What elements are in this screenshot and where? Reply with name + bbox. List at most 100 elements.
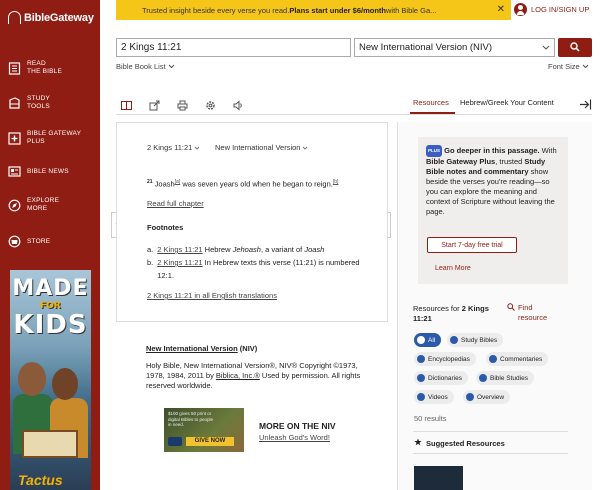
bible-book-list-link[interactable]: Bible Book List [116,62,175,71]
footnote-reference-link[interactable]: 2 Kings 11:21 [157,245,202,254]
footnotes-list: a. 2 Kings 11:21 Hebrew Jehoash, a varia… [147,243,362,282]
footnote-text: Joash [304,245,325,254]
tab-resources[interactable]: Resources [413,98,449,107]
resource-book-thumbnail[interactable] [414,466,463,490]
toolbar-divider [116,114,592,115]
ad-illustration [52,368,78,400]
find-resource-link[interactable]: Find resource [507,303,547,323]
commentary-icon [489,355,497,363]
tab-hebrew-greek-your-content[interactable]: Hebrew/Greek Your Content [460,98,554,107]
footnotes-heading: Footnotes [147,223,184,232]
chip-label: Encyclopedias [428,355,470,363]
footnote-letter: a. [147,245,154,254]
ad-illustration [18,362,46,396]
dictionary-icon [417,374,425,382]
plus-promo-card: PLUS Go deeper in this passage. With Bib… [418,137,568,284]
passage-version-dropdown[interactable]: New International Version [215,143,308,152]
close-icon[interactable]: ✕ [497,4,505,15]
audio-icon[interactable] [232,99,244,111]
all-translations-link[interactable]: 2 Kings 11:21 in all English translation… [147,291,277,300]
chevron-down-icon [302,143,308,152]
start-free-trial-button[interactable]: Start 7-day free trial [427,237,517,253]
print-icon[interactable] [176,99,188,111]
sidebar-item-label: STORE [27,237,51,245]
sidebar: BibleGateway READ THE BIBLE STUDY TOOLS … [0,0,100,490]
version-select-value: New International Version (NIV) [359,42,493,53]
promo-headline: Go deeper in this passage. [444,145,540,155]
overview-icon [466,393,474,401]
promo-segment: Bible Gateway Plus [426,157,496,166]
copyright-title: New International Version (NIV) [146,344,257,353]
sidebar-item-store[interactable]: STORE [8,235,50,248]
chevron-down-icon [542,42,550,53]
chip-label: Bible Studies [490,374,528,382]
ad-headline: KIDS [13,310,88,340]
filter-chip-encyclopedias[interactable]: Encyclopedias [414,352,476,366]
font-size-link[interactable]: Font Size [548,62,589,71]
chip-label: All [428,336,436,344]
bible-studies-icon [479,374,487,382]
sidebar-item-study-tools[interactable]: STUDY TOOLS [8,95,50,111]
share-icon[interactable] [148,99,160,111]
version-abbr: (NIV) [237,344,258,353]
filter-chip-overview[interactable]: Overview [463,390,511,404]
read-full-chapter-link[interactable]: Read full chapter [147,199,204,208]
ad-logo [168,437,182,446]
passage-search-input[interactable] [116,38,351,57]
publisher-link[interactable]: Biblica, Inc.® [216,371,260,380]
more-on-niv-heading: MORE ON THE NIV [259,421,336,431]
store-icon [8,235,21,248]
study-bible-icon [450,336,458,344]
search-icon [507,303,515,323]
study-tools-icon [8,96,21,110]
collapse-panel-icon[interactable] [578,97,592,111]
video-icon [417,393,425,401]
give-now-button[interactable]: GIVE NOW [186,437,234,446]
filter-chip-all[interactable]: All [414,333,442,347]
brand-logo[interactable]: BibleGateway [8,11,94,24]
parallel-view-icon[interactable] [120,99,132,111]
footnote-text: Jehoash [232,245,261,254]
passage-reference-dropdown[interactable]: 2 Kings 11:21 [147,143,200,152]
copyright-text: Holy Bible, New International Version®, … [146,361,371,391]
sidebar-item-plus[interactable]: BIBLE GATEWAY PLUS [8,130,81,146]
filter-chip-dictionaries[interactable]: Dictionaries [414,371,468,385]
brand-name: BibleGateway [24,11,94,24]
news-icon [8,165,21,178]
plus-badge: PLUS [426,145,443,157]
learn-more-link[interactable]: Learn More [435,265,471,272]
filter-chip-videos[interactable]: Videos [414,390,454,404]
resources-for-heading: Resources for 2 Kings 11:21 [413,304,493,324]
gear-icon[interactable] [204,99,216,111]
ad-illustration [22,430,78,458]
sidebar-item-bible-news[interactable]: BIBLE NEWS [8,165,69,178]
filter-chip-commentaries[interactable]: Commentaries [486,352,549,366]
sidebar-item-explore-more[interactable]: EXPLORE MORE [8,197,59,213]
chevron-down-icon [582,62,589,71]
version-select[interactable]: New International Version (NIV) [354,38,555,57]
unleash-link[interactable]: Unleash God's Word! [259,433,330,442]
search-button[interactable] [558,38,592,57]
login-label: LOG IN/SIGN UP [531,5,590,14]
results-count: 50 results [414,414,447,423]
promo-banner-tail: with Bible Ga... [386,5,437,15]
donation-ad-banner[interactable]: $100 gives 50 print or digital Bibles to… [164,408,244,452]
filter-chip-study-bibles[interactable]: Study Bibles [447,333,504,347]
footnote-text: Hebrew [202,245,233,254]
footnote-link[interactable]: [b] [333,179,339,185]
promo-segment: With [539,145,557,155]
promo-banner-highlight[interactable]: Plans start under $6/month [289,6,386,15]
sidebar-ad-made-for-kids[interactable]: MADE FOR KIDS Tactus [10,270,91,490]
encyclopedia-icon [417,355,425,363]
divider [413,453,568,454]
filter-chip-bible-studies[interactable]: Bible Studies [476,371,534,385]
chip-label: Commentaries [500,355,543,363]
promo-text: PLUS Go deeper in this passage. With Bib… [426,145,560,217]
footnote-reference-link[interactable]: 2 Kings 11:21 [157,258,202,267]
login-button[interactable]: LOG IN/SIGN UP [514,3,589,16]
promo-segment: , trusted [495,157,525,166]
verse-segment: was seven years old when he began to rei… [180,179,333,189]
sidebar-item-read-the-bible[interactable]: READ THE BIBLE [8,60,62,76]
version-info-link[interactable]: New International Version [146,344,238,353]
promo-banner-text: Trusted insight beside every verse you r… [142,5,290,15]
